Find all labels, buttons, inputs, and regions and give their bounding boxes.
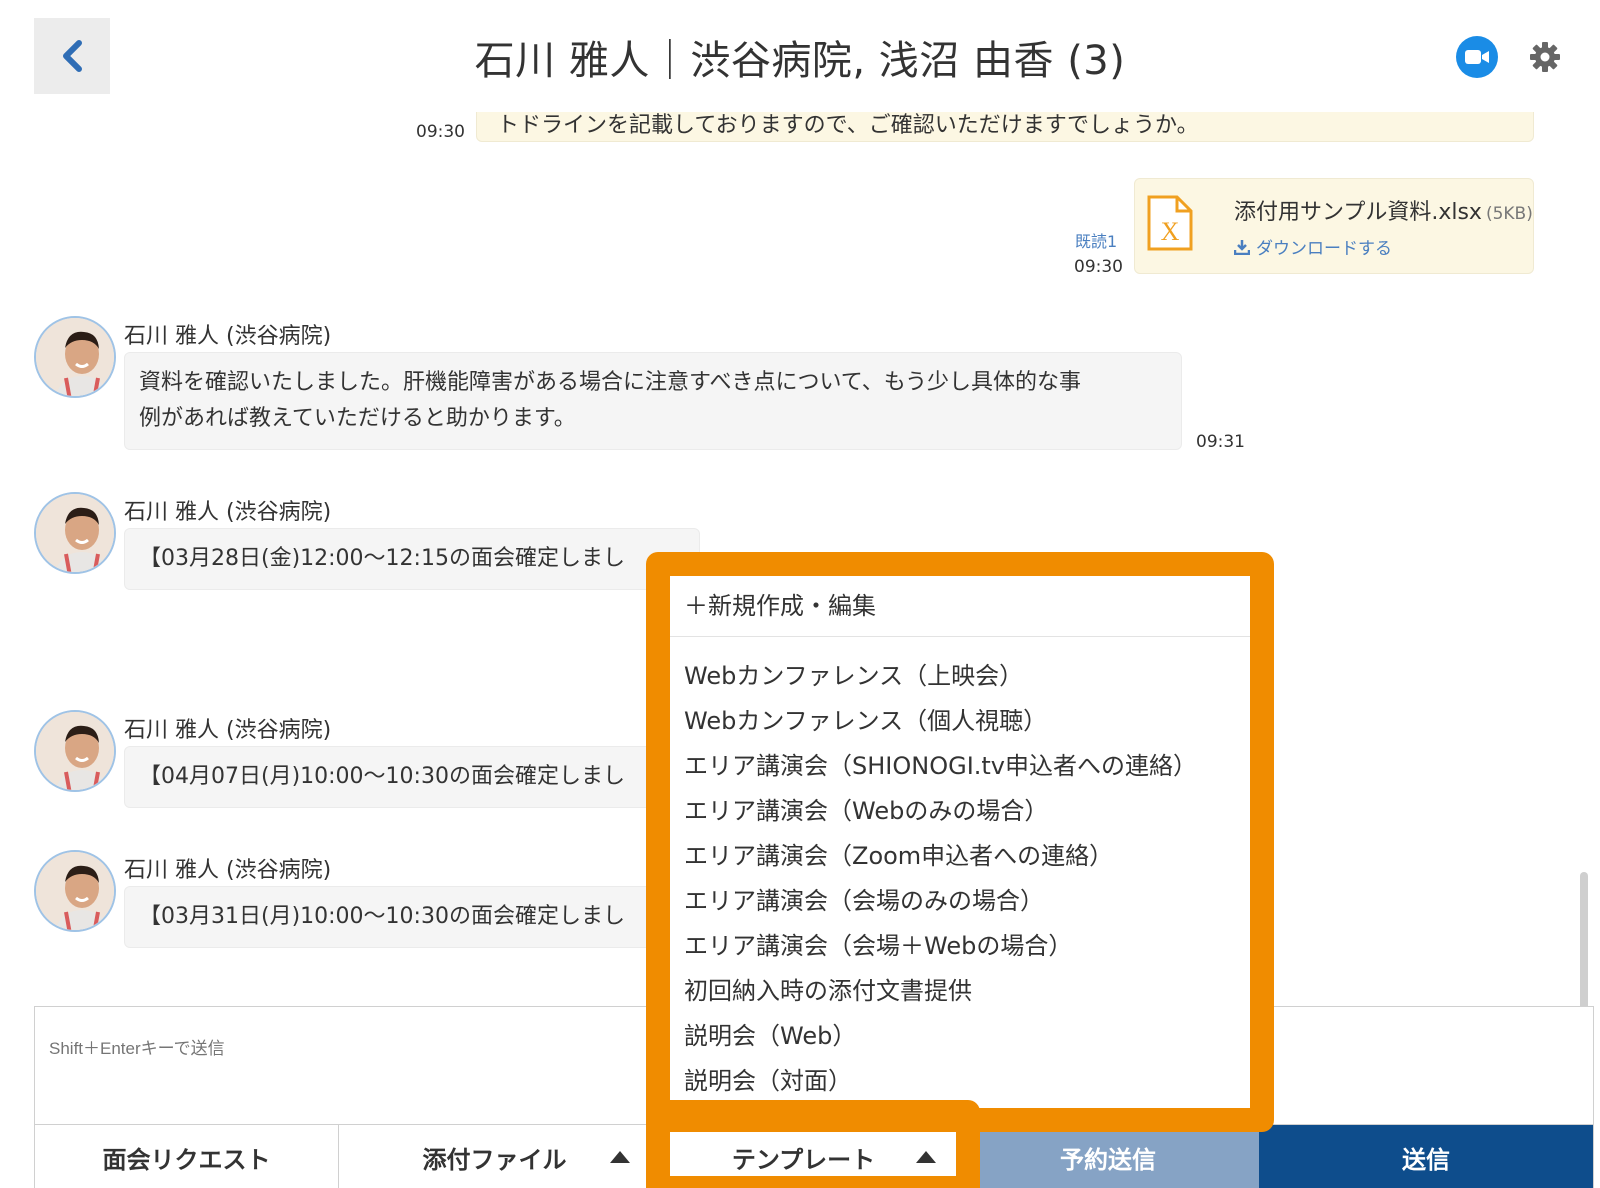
scheduled-send-label: 予約送信 [1060, 1145, 1156, 1174]
message-time: 09:30 [416, 122, 465, 142]
video-call-icon [1465, 50, 1489, 64]
message-bubble: 【04月07日(月)10:00〜10:30の面会確定しまし [124, 746, 700, 808]
attachment-size: (5KB) [1485, 204, 1533, 224]
message-time: 09:31 [1196, 432, 1245, 452]
template-item[interactable]: エリア講演会（会場＋Webの場合） [684, 926, 1072, 961]
chat-header: 石川 雅人｜渋谷病院, 浅沼 由香 (3) [0, 0, 1600, 112]
page-title: 石川 雅人｜渋谷病院, 浅沼 由香 (3) [474, 38, 1126, 84]
message-text: 【03月28日(金)12:00〜12:15の面会確定しまし [139, 546, 625, 571]
message-bubble: 【03月31日(月)10:00〜10:30の面会確定しまし [124, 886, 700, 948]
avatar[interactable] [34, 316, 116, 398]
attachment-bubble [1134, 178, 1534, 274]
template-item[interactable]: エリア講演会（Webのみの場合） [684, 791, 1048, 826]
divider [670, 636, 1250, 637]
attach-file-button[interactable]: 添付ファイル [339, 1125, 651, 1188]
sender-name: 石川 雅人 (渋谷病院) [124, 718, 332, 743]
sender-name: 石川 雅人 (渋谷病院) [124, 500, 332, 525]
message-bubble: 【03月28日(金)12:00〜12:15の面会確定しまし [124, 528, 700, 590]
template-new-edit[interactable]: ＋新規作成・編集 [684, 586, 876, 621]
meeting-request-label: 面会リクエスト [102, 1145, 271, 1174]
template-item[interactable]: 説明会（対面） [684, 1061, 852, 1096]
download-link[interactable]: ダウンロードする [1234, 234, 1392, 259]
message-time: 09:30 [1074, 257, 1123, 277]
template-label: テンプレート [731, 1145, 876, 1174]
composer-toolbar: 面会リクエスト 添付ファイル テンプレート 予約送信 送信 [34, 1124, 1594, 1188]
message-bubble: 資料を確認いたしました。肝機能障害がある場合に注意すべき点について、もう少し具体… [124, 352, 1182, 450]
template-item[interactable]: エリア講演会（SHIONOGI.tv申込者への連絡） [684, 746, 1197, 781]
xlsx-file-icon: X [1146, 194, 1194, 256]
message-text-line: 例があれば教えていただけると助かります。 [139, 406, 576, 431]
read-receipt: 既読1 [1075, 232, 1118, 251]
sender-name: 石川 雅人 (渋谷病院) [124, 858, 332, 883]
template-item[interactable]: Webカンファレンス（上映会） [684, 656, 1023, 691]
avatar[interactable] [34, 710, 116, 792]
caret-up-icon [610, 1151, 630, 1163]
avatar[interactable] [34, 850, 116, 932]
template-item[interactable]: Webカンファレンス（個人視聴） [684, 701, 1047, 736]
chat-scrollbar[interactable] [1580, 872, 1588, 1012]
template-item[interactable]: エリア講演会（会場のみの場合） [684, 881, 1044, 916]
template-item[interactable]: 説明会（Web） [684, 1016, 856, 1051]
caret-up-icon [916, 1151, 936, 1163]
video-call-button[interactable] [1456, 36, 1498, 78]
download-icon [1234, 239, 1250, 255]
message-text: 【04月07日(月)10:00〜10:30の面会確定しまし [139, 764, 625, 789]
avatar[interactable] [34, 492, 116, 574]
message-text: トドラインを記載しておりますので、ご確認いただけますでしょうか。 [497, 113, 1199, 138]
send-button[interactable]: 送信 [1259, 1125, 1593, 1188]
template-item[interactable]: エリア講演会（Zoom申込者への連絡） [684, 836, 1113, 871]
scheduled-send-button[interactable]: 予約送信 [957, 1125, 1259, 1188]
message-input[interactable] [49, 1039, 609, 1059]
download-label: ダウンロードする [1256, 239, 1392, 259]
template-item[interactable]: 初回納入時の添付文書提供 [684, 971, 972, 1006]
message-text-line: 資料を確認いたしました。肝機能障害がある場合に注意すべき点について、もう少し具体… [139, 370, 1082, 395]
own-message-bubble: トドラインを記載しておりますので、ご確認いただけますでしょうか。 [476, 112, 1534, 142]
svg-text:X: X [1161, 217, 1180, 246]
gear-icon [1530, 42, 1560, 72]
attach-file-label: 添付ファイル [422, 1145, 567, 1174]
message-text: 【03月31日(月)10:00〜10:30の面会確定しまし [139, 904, 625, 929]
template-menu: ＋新規作成・編集 Webカンファレンス（上映会） Webカンファレンス（個人視聴… [670, 576, 1250, 1108]
attachment-filename[interactable]: 添付用サンプル資料.xlsx (5KB) [1234, 194, 1533, 226]
template-button[interactable]: テンプレート [651, 1125, 957, 1188]
settings-button[interactable] [1528, 40, 1562, 74]
meeting-request-button[interactable]: 面会リクエスト [35, 1125, 339, 1188]
sender-name: 石川 雅人 (渋谷病院) [124, 324, 332, 349]
send-label: 送信 [1402, 1145, 1450, 1174]
